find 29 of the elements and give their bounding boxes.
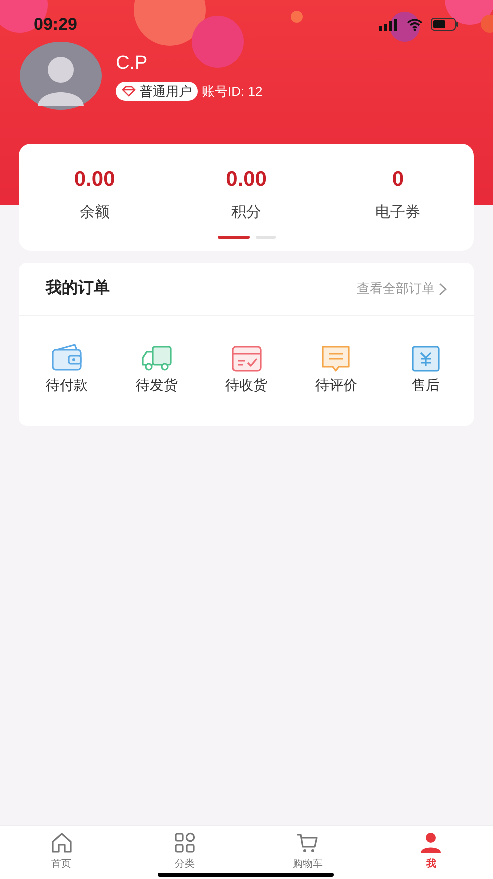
stat-value: 0.00 xyxy=(226,167,267,193)
tab-bar-item[interactable]: 分类 xyxy=(123,826,246,879)
stat-value: 0 xyxy=(392,167,404,193)
stat-label: 余额 xyxy=(80,202,110,222)
wifi-icon xyxy=(407,18,423,31)
user-icon xyxy=(419,831,444,855)
status-time: 09:29 xyxy=(34,14,78,36)
section-title: 我的订单 xyxy=(46,278,110,299)
order-status-button[interactable]: 售后 xyxy=(398,343,454,396)
cart-icon xyxy=(296,831,320,855)
battery-icon xyxy=(431,18,459,32)
stat-value: 0.00 xyxy=(74,167,116,193)
tab-bar-item[interactable]: 购物车 xyxy=(246,826,370,879)
chevron-icon xyxy=(439,282,447,296)
signal-icon xyxy=(379,18,399,31)
stat-label: 积分 xyxy=(232,202,262,222)
order-status-button[interactable]: 待发货 xyxy=(128,343,185,396)
order-status-button[interactable]: 待评价 xyxy=(308,343,364,396)
tab-bar-item[interactable]: 我 xyxy=(370,826,493,879)
tab-bar-item[interactable]: 首页 xyxy=(0,826,124,879)
grid-icon xyxy=(172,831,197,855)
stat-label: 电子券 xyxy=(376,202,421,222)
user-name: C.P xyxy=(116,52,149,76)
account-id: 账号ID: 12 xyxy=(202,83,263,101)
member-badge: 普通用户 xyxy=(116,82,198,102)
order-status-button[interactable]: 待收货 xyxy=(218,343,274,396)
house-icon xyxy=(50,831,74,855)
order-status-button[interactable]: 待付款 xyxy=(39,343,95,396)
diamond-icon xyxy=(122,86,136,98)
